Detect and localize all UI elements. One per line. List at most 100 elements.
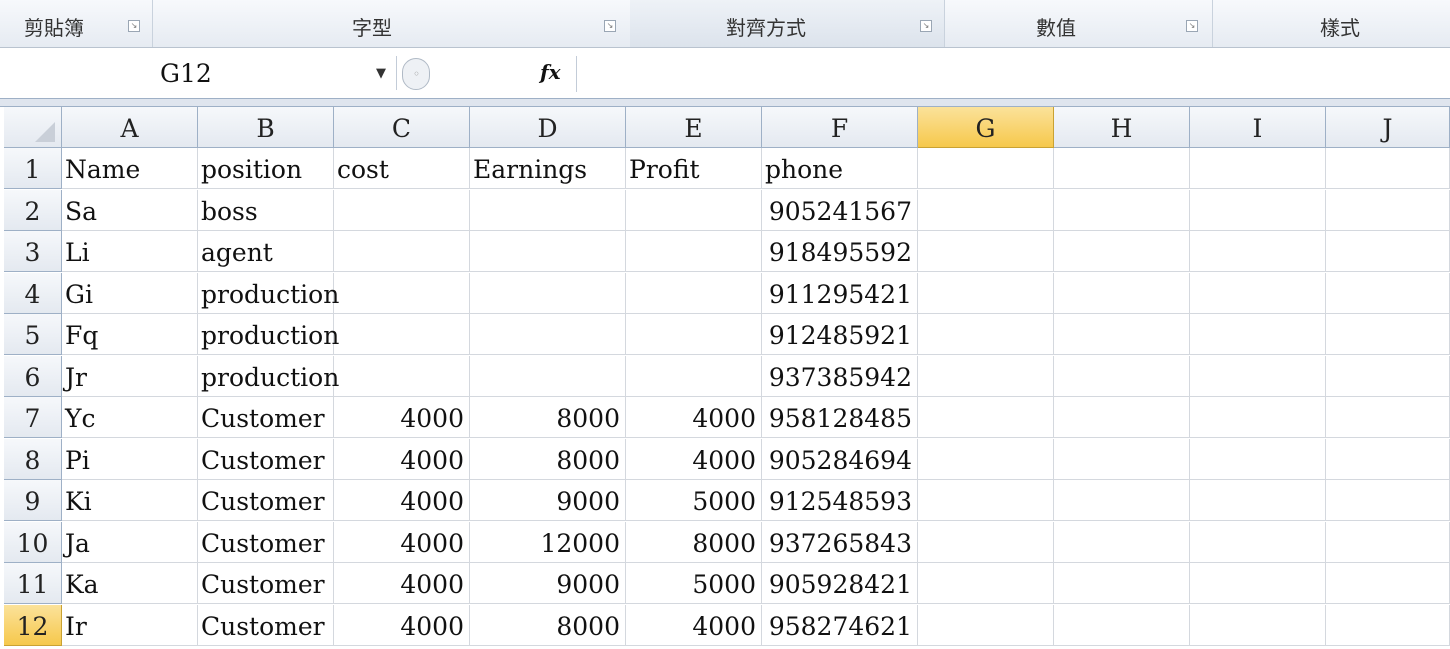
column-header-j[interactable]: J: [1326, 107, 1450, 148]
cell-b9[interactable]: Customer: [198, 480, 334, 521]
cell-h12[interactable]: [1054, 604, 1190, 646]
column-header-b[interactable]: B: [198, 107, 334, 148]
cell-g11[interactable]: [918, 563, 1054, 604]
cell-j8[interactable]: [1326, 438, 1450, 480]
cell-b11[interactable]: Customer: [198, 563, 334, 604]
ribbon-group-font[interactable]: 字型 ↘: [152, 0, 631, 47]
formula-bar-resize-handle[interactable]: ◦: [402, 58, 430, 90]
cell-c3[interactable]: [334, 231, 470, 272]
cell-d1[interactable]: Earnings: [470, 148, 626, 189]
column-header-e[interactable]: E: [626, 107, 762, 148]
cell-c8[interactable]: 4000: [334, 438, 470, 480]
cell-b7[interactable]: Customer: [198, 397, 334, 438]
cell-c11[interactable]: 4000: [334, 563, 470, 604]
row-header[interactable]: 6: [4, 355, 62, 397]
select-all-button[interactable]: [4, 107, 62, 148]
cell-i5[interactable]: [1190, 314, 1326, 355]
cell-c2[interactable]: [334, 189, 470, 231]
cell-g6[interactable]: [918, 355, 1054, 397]
name-box-dropdown-icon[interactable]: ▼: [376, 66, 386, 81]
cell-g5[interactable]: [918, 314, 1054, 355]
column-header-d[interactable]: D: [470, 107, 626, 148]
cell-c12[interactable]: 4000: [334, 604, 470, 646]
cell-g9[interactable]: [918, 480, 1054, 521]
cell-f8[interactable]: 905284694: [762, 438, 918, 480]
cell-h5[interactable]: [1054, 314, 1190, 355]
row-header[interactable]: 9: [4, 480, 62, 521]
cell-a2[interactable]: Sa: [62, 189, 198, 231]
cell-j11[interactable]: [1326, 563, 1450, 604]
row-header[interactable]: 1: [4, 148, 62, 189]
cell-b10[interactable]: Customer: [198, 521, 334, 563]
cell-h1[interactable]: [1054, 148, 1190, 189]
row-header[interactable]: 3: [4, 231, 62, 272]
cell-e8[interactable]: 4000: [626, 438, 762, 480]
cell-f2[interactable]: 905241567: [762, 189, 918, 231]
cell-h2[interactable]: [1054, 189, 1190, 231]
cell-f10[interactable]: 937265843: [762, 521, 918, 563]
cell-i11[interactable]: [1190, 563, 1326, 604]
cell-c1[interactable]: cost: [334, 148, 470, 189]
cell-i4[interactable]: [1190, 272, 1326, 314]
cell-f12[interactable]: 958274621: [762, 604, 918, 646]
cell-i3[interactable]: [1190, 231, 1326, 272]
cell-c7[interactable]: 4000: [334, 397, 470, 438]
cell-f3[interactable]: 918495592: [762, 231, 918, 272]
cell-g10[interactable]: [918, 521, 1054, 563]
cell-a8[interactable]: Pi: [62, 438, 198, 480]
cell-a3[interactable]: Li: [62, 231, 198, 272]
cell-f7[interactable]: 958128485: [762, 397, 918, 438]
cell-j10[interactable]: [1326, 521, 1450, 563]
cell-e3[interactable]: [626, 231, 762, 272]
cell-h4[interactable]: [1054, 272, 1190, 314]
ribbon-group-alignment[interactable]: 對齊方式 ↘: [630, 0, 945, 47]
cell-j5[interactable]: [1326, 314, 1450, 355]
cell-i7[interactable]: [1190, 397, 1326, 438]
cell-i12[interactable]: [1190, 604, 1326, 646]
cell-d12[interactable]: 8000: [470, 604, 626, 646]
cell-b6[interactable]: production: [198, 355, 339, 397]
cell-j1[interactable]: [1326, 148, 1450, 189]
row-header[interactable]: 5: [4, 314, 62, 355]
cell-e5[interactable]: [626, 314, 762, 355]
cell-e7[interactable]: 4000: [626, 397, 762, 438]
cell-a5[interactable]: Fq: [62, 314, 198, 355]
cell-i8[interactable]: [1190, 438, 1326, 480]
cell-j2[interactable]: [1326, 189, 1450, 231]
column-header-i[interactable]: I: [1190, 107, 1326, 148]
cell-g7[interactable]: [918, 397, 1054, 438]
cell-g2[interactable]: [918, 189, 1054, 231]
cell-d11[interactable]: 9000: [470, 563, 626, 604]
cell-f4[interactable]: 911295421: [762, 272, 918, 314]
cell-b12[interactable]: Customer: [198, 604, 334, 646]
row-header[interactable]: 4: [4, 272, 62, 314]
row-header[interactable]: 7: [4, 397, 62, 438]
cell-c9[interactable]: 4000: [334, 480, 470, 521]
cell-h10[interactable]: [1054, 521, 1190, 563]
cell-c6[interactable]: [334, 355, 470, 397]
formula-input[interactable]: [580, 56, 1440, 92]
cell-j3[interactable]: [1326, 231, 1450, 272]
cell-a10[interactable]: Ja: [62, 521, 198, 563]
cell-e6[interactable]: [626, 355, 762, 397]
cell-f1[interactable]: phone: [762, 148, 918, 189]
cell-b5[interactable]: production: [198, 314, 339, 355]
cell-g12[interactable]: [918, 604, 1054, 646]
row-header[interactable]: 8: [4, 438, 62, 480]
cell-i10[interactable]: [1190, 521, 1326, 563]
cell-d6[interactable]: [470, 355, 626, 397]
cell-h7[interactable]: [1054, 397, 1190, 438]
cell-d10[interactable]: 12000: [470, 521, 626, 563]
ribbon-group-clipboard[interactable]: 剪貼簿 ↘: [0, 0, 153, 47]
cell-b3[interactable]: agent: [198, 231, 334, 272]
cell-h9[interactable]: [1054, 480, 1190, 521]
cell-d8[interactable]: 8000: [470, 438, 626, 480]
cell-d5[interactable]: [470, 314, 626, 355]
cell-d2[interactable]: [470, 189, 626, 231]
name-box[interactable]: G12 ▼: [6, 56, 397, 90]
cell-a1[interactable]: Name: [62, 148, 198, 189]
cell-a12[interactable]: Ir: [62, 604, 198, 646]
number-dialog-launcher-icon[interactable]: ↘: [1186, 20, 1198, 32]
column-header-g[interactable]: G: [918, 107, 1054, 148]
cell-e1[interactable]: Profit: [626, 148, 762, 189]
